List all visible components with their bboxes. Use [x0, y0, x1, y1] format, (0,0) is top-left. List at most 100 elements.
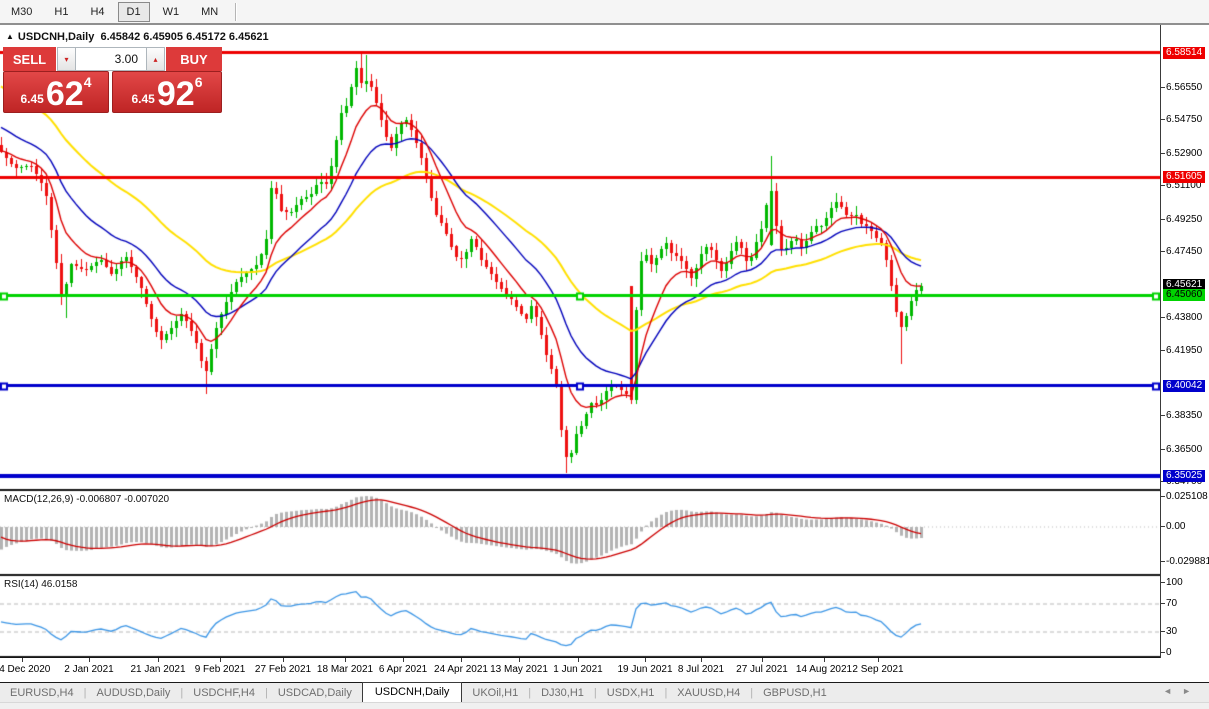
- macd-axis-tick: 0.025108: [1161, 491, 1208, 503]
- price-axis-tick: 6.56550: [1161, 82, 1202, 94]
- volume-decrease-button[interactable]: ▾: [57, 47, 76, 71]
- price-axis-tick-mark: [1161, 152, 1165, 154]
- price-axis-tick: 6.54750: [1161, 114, 1202, 126]
- buy-price-big: 92: [156, 75, 195, 113]
- date-tick-mark: [345, 658, 346, 662]
- chart-canvas[interactable]: [0, 25, 1160, 658]
- tab-usdcad-daily[interactable]: USDCAD,Daily: [268, 685, 362, 701]
- price-axis-tick: 6.47450: [1161, 246, 1202, 258]
- tab-scroll-right-icon[interactable]: ►: [1182, 686, 1201, 696]
- buy-price-box[interactable]: 6.45 92 6: [112, 71, 222, 113]
- date-tick-mark: [89, 658, 90, 662]
- price-level-label-6.58514: 6.58514: [1163, 46, 1206, 59]
- date-tick-mark: [461, 658, 462, 662]
- chart-tab-bar: EURUSD,H4 | AUDUSD,Daily | USDCHF,H4 | USDCAD,…: [0, 682, 1209, 703]
- timeframe-button-w1[interactable]: W1: [154, 2, 189, 22]
- rsi-axis-tick-mark: [1161, 631, 1165, 632]
- date-label: 8 Jul 2021: [677, 664, 725, 675]
- price-axis-tick-mark: [1161, 317, 1165, 319]
- sell-button[interactable]: SELL: [3, 47, 57, 71]
- tab-usdchf-h4[interactable]: USDCHF,H4: [183, 685, 265, 701]
- volume-increase-button[interactable]: ▴: [146, 47, 165, 71]
- tab-audusd-daily[interactable]: AUDUSD,Daily: [86, 685, 180, 701]
- volume-field[interactable]: 3.00: [76, 47, 146, 71]
- volume-stepper: ▾ 3.00 ▴: [57, 47, 165, 71]
- trading-terminal-window: M30 H1 H4 D1 W1 MN ▲ USDCNH,Daily 6.45842 6.45…: [0, 0, 1209, 709]
- tab-xauusd-h4[interactable]: XAUUSD,H4: [667, 685, 750, 701]
- tab-ukoil-h1[interactable]: UKOil,H1: [462, 685, 528, 701]
- tab-usdcnh-daily[interactable]: USDCNH,Daily: [361, 682, 463, 702]
- tab-usdx-h1[interactable]: USDX,H1: [597, 685, 665, 701]
- date-tick-mark: [283, 658, 284, 662]
- date-tick-mark: [701, 658, 702, 662]
- price-axis-tick-mark: [1161, 218, 1165, 220]
- price-axis-tick-mark: [1161, 448, 1165, 450]
- price-axis-tick: 6.38350: [1161, 410, 1202, 422]
- date-label: 24 Apr 2021: [434, 664, 488, 675]
- timeframe-button-h1[interactable]: H1: [45, 2, 77, 22]
- sell-price-big: 62: [45, 75, 84, 113]
- date-label: 6 Apr 2021: [378, 664, 428, 675]
- rsi-axis-tick-mark: [1161, 652, 1165, 653]
- price-axis-tick-mark: [1161, 86, 1165, 88]
- date-axis[interactable]: 14 Dec 2020 2 Jan 2021 21 Jan 2021 9 Feb 20…: [0, 658, 1160, 682]
- price-level-label-6.35025: 6.35025: [1163, 470, 1206, 483]
- chart-symbol-label: USDCNH,Daily: [17, 31, 95, 43]
- rsi-axis-tick: 0: [1161, 647, 1172, 659]
- date-label: 27 Jul 2021: [736, 664, 788, 675]
- date-label: 2 Sep 2021: [852, 664, 904, 675]
- date-tick-mark: [645, 658, 646, 662]
- date-label: 1 Jun 2021: [553, 664, 603, 675]
- macd-axis-tick-mark: [1161, 561, 1165, 563]
- price-axis-tick-mark: [1161, 185, 1165, 187]
- sell-price-prefix: 6.45: [20, 92, 44, 106]
- macd-indicator-label: MACD(12,26,9) -0.006807 -0.007020: [4, 494, 170, 505]
- tab-scroll-left-icon[interactable]: ◄: [1163, 686, 1182, 696]
- price-axis-tick-mark: [1161, 251, 1165, 253]
- macd-axis-tick: 0.00: [1161, 521, 1185, 533]
- price-axis-tick: 6.49250: [1161, 214, 1202, 226]
- price-axis-tick: 6.41950: [1161, 345, 1202, 357]
- price-level-label-6.45060: 6.45060: [1163, 289, 1206, 302]
- date-label: 18 Mar 2021: [316, 664, 374, 675]
- price-axis-tick-mark: [1161, 350, 1165, 352]
- price-axis-tick: 6.36500: [1161, 444, 1202, 456]
- tab-dj30-h1[interactable]: DJ30,H1: [531, 685, 594, 701]
- toolbar-separator: [235, 2, 238, 21]
- date-tick-mark: [762, 658, 763, 662]
- date-label: 14 Dec 2020: [0, 664, 51, 675]
- timeframe-toolbar: M30 H1 H4 D1 W1 MN: [0, 0, 1209, 25]
- rsi-axis-tick: 30: [1161, 626, 1177, 638]
- price-axis-tick-mark: [1161, 119, 1165, 121]
- buy-price-sup: 6: [194, 74, 203, 90]
- collapse-panel-icon[interactable]: ▲: [6, 32, 14, 41]
- macd-axis-tick-mark: [1161, 496, 1165, 498]
- macd-axis-tick-mark: [1161, 526, 1165, 527]
- date-label: 27 Feb 2021: [254, 664, 312, 675]
- status-bar: [0, 702, 1209, 709]
- price-level-label-6.40042: 6.40042: [1163, 379, 1206, 392]
- date-label: 19 Jun 2021: [617, 664, 673, 675]
- rsi-axis-tick: 70: [1161, 598, 1177, 610]
- price-level-label-6.51605: 6.51605: [1163, 171, 1206, 184]
- buy-button[interactable]: BUY: [165, 47, 222, 71]
- timeframe-button-d1[interactable]: D1: [117, 1, 150, 22]
- price-axis[interactable]: 6.56550 6.54750 6.52900 6.51100 6.49250 6.474…: [1160, 25, 1209, 658]
- one-click-trade-panel: SELL ▾ 3.00 ▴ BUY 6.45 62 4 6.45 92 6: [3, 47, 222, 113]
- timeframe-button-h4[interactable]: H4: [81, 2, 113, 22]
- tab-gbpusd-h1[interactable]: GBPUSD,H1: [753, 685, 837, 701]
- rsi-axis-tick-mark: [1161, 582, 1165, 583]
- date-label: 21 Jan 2021: [130, 664, 186, 675]
- timeframe-button-mn[interactable]: MN: [192, 2, 227, 22]
- date-tick-mark: [824, 658, 825, 662]
- date-label: 2 Jan 2021: [64, 664, 114, 675]
- rsi-axis-tick-mark: [1161, 603, 1165, 604]
- sell-price-box[interactable]: 6.45 62 4: [3, 71, 109, 113]
- timeframe-button-m30[interactable]: M30: [2, 2, 41, 22]
- price-axis-tick: 6.43800: [1161, 312, 1202, 324]
- sell-price-sup: 4: [83, 74, 92, 90]
- date-tick-mark: [519, 658, 520, 662]
- date-tick-mark: [578, 658, 579, 662]
- tab-eurusd-h4[interactable]: EURUSD,H4: [0, 685, 84, 701]
- chart-title: ▲ USDCNH,Daily 6.45842 6.45905 6.45172 6.…: [6, 31, 269, 43]
